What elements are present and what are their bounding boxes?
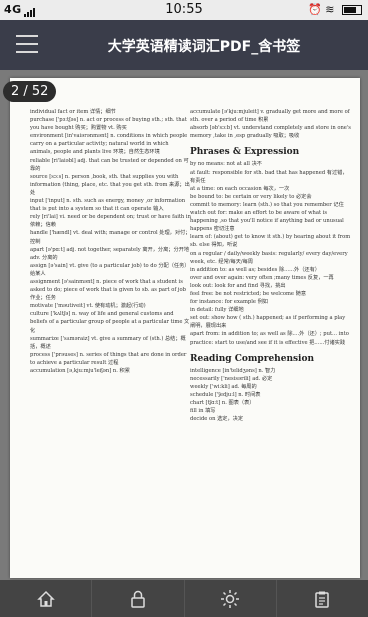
vocab-entry: handle ['hændl] vt. deal with; manage or…	[30, 230, 191, 245]
phrase-entry: at a time: on each occasion 每次，一次	[190, 185, 290, 192]
vocab-entry: environment [in'vaiərənmənt] n. conditio…	[30, 133, 188, 156]
phrase-entry: apart from: in addition to; as well as 除…	[190, 331, 349, 346]
phrase-entry: for instance: for example 例如	[190, 299, 268, 306]
vocab-entry: reliable [ri'laiəbl] adj. that can be tr…	[30, 157, 189, 172]
lock-button[interactable]	[92, 580, 185, 617]
brightness-icon	[221, 589, 240, 608]
vocab-entry: intelligence [in'telidʒəns] n. 智力	[190, 367, 276, 374]
phrase-entry: at fault: responsible for sth. bad that …	[190, 169, 348, 184]
alarm-icon: ⏰	[308, 3, 322, 16]
phrase-entry: watch out for: make an effort to be awar…	[190, 210, 344, 233]
phrase-entry: be bound to: be certain or very likely t…	[190, 193, 312, 200]
bottom-toolbar	[0, 580, 368, 617]
vocab-entry: assignment [ə'sainmənt] n. piece of work…	[30, 278, 186, 302]
vocab-entry: schedule ['ʃedju:l] n. 时间表	[190, 392, 261, 398]
vocab-entry: apart [ə'pɑ:t] adj. not together, separa…	[30, 246, 190, 261]
phrases-heading: Phrases & Expression	[190, 147, 300, 158]
status-bar: 4G 10:55 ⏰ ≋	[0, 0, 368, 20]
phrase-entry: on a regular / daily/weekly basis: regul…	[190, 250, 348, 265]
battery-icon	[342, 5, 362, 15]
phrase-entry: set out: show how ( sth.) happened; as i…	[190, 315, 346, 330]
vocab-entry: input ['input] n. sth. such as energy, m…	[30, 198, 186, 213]
vocab-entry: source [sɔ:s] n. person ,book, sth. that…	[30, 173, 190, 196]
phrase-entry: look out: look for and find 寻找，挑出	[190, 282, 286, 289]
vocab-entry: motivate ['məutiveit] vt. 使有动机；激起(行动)	[30, 303, 146, 310]
brightness-button[interactable]	[185, 580, 277, 617]
vocab-entry: purchase ['pɜ:tʃəs] n. act or process of…	[30, 117, 187, 132]
notes-button[interactable]	[277, 580, 368, 617]
pdf-viewer[interactable]: individual fact or item 详情；细节 purchase ['…	[0, 70, 368, 580]
vocab-entry: weekly ['wi:kli] ad. 每周的	[190, 383, 257, 390]
phrase-entry: in addition to: as well as; besides 除...…	[190, 266, 320, 273]
document-title: 大学英语精读词汇PDF_含书签	[107, 39, 301, 55]
phrase-entry: commit to memory: learn (sth.) so that y…	[190, 201, 344, 208]
home-icon	[36, 590, 55, 607]
phrase-entry: feel free: be not restricted; be welcome…	[190, 290, 307, 297]
vocab-entry: necessarily ['nesisərili] ad. 必定	[190, 375, 273, 382]
vocab-entry: fill in 填写	[190, 408, 216, 415]
phrase-entry: by no means: not at all 决不	[190, 161, 262, 168]
menu-icon[interactable]	[16, 35, 38, 59]
pdf-page: individual fact or item 详情；细节 purchase ['…	[10, 78, 360, 578]
clipboard-icon	[315, 591, 330, 608]
vocab-entry: summarize ['sʌməraiz] vt. give a summary…	[30, 335, 186, 350]
page-indicator: 2 / 52	[3, 81, 57, 102]
vocab-entry: individual fact or item 详情；细节	[30, 109, 116, 115]
vocab-entry: absorb [əb'sɔ:b] vt. understand complete…	[190, 125, 351, 140]
app-header: 大学英语精读词汇PDF_含书签	[0, 20, 368, 70]
home-button[interactable]	[0, 580, 93, 617]
vocab-entry: culture ['kʌltʃə] n. way of life and gen…	[30, 311, 190, 334]
phrase-entry: in detail: fully 详细地	[190, 307, 244, 314]
right-column: accumulate [ə'kju:mjuleit] v. gradually …	[190, 108, 352, 423]
phrase-entry: learn of: (about) get to know it sth.) b…	[190, 234, 351, 249]
vocab-entry: assign [ə'sain] vt. give (to a particula…	[30, 262, 190, 277]
vocab-entry: accumulation [ə,kju:mju'leiʃən] n. 积累	[30, 368, 130, 374]
vocab-entry: accumulate [ə'kju:mjuleit] v. gradually …	[190, 109, 350, 124]
status-icons: ⏰ ≋	[308, 3, 362, 16]
vocab-entry: chart [tʃɑ:t] n. 图表（表）	[190, 400, 255, 407]
vocab-entry: process ['prəuses] n. series of things t…	[30, 351, 187, 366]
comprehension-heading: Reading Comprehension	[190, 353, 315, 364]
left-column: individual fact or item 详情；细节 purchase ['…	[30, 108, 192, 375]
wifi-icon: ≋	[325, 3, 335, 16]
vocab-entry: rely [ri'lai] vi. need or be dependent o…	[30, 214, 191, 229]
phrase-entry: over and over again: very often ;many ti…	[190, 274, 334, 281]
vocab-entry: decide on 选定，决定	[190, 416, 244, 423]
lock-icon	[131, 590, 145, 608]
